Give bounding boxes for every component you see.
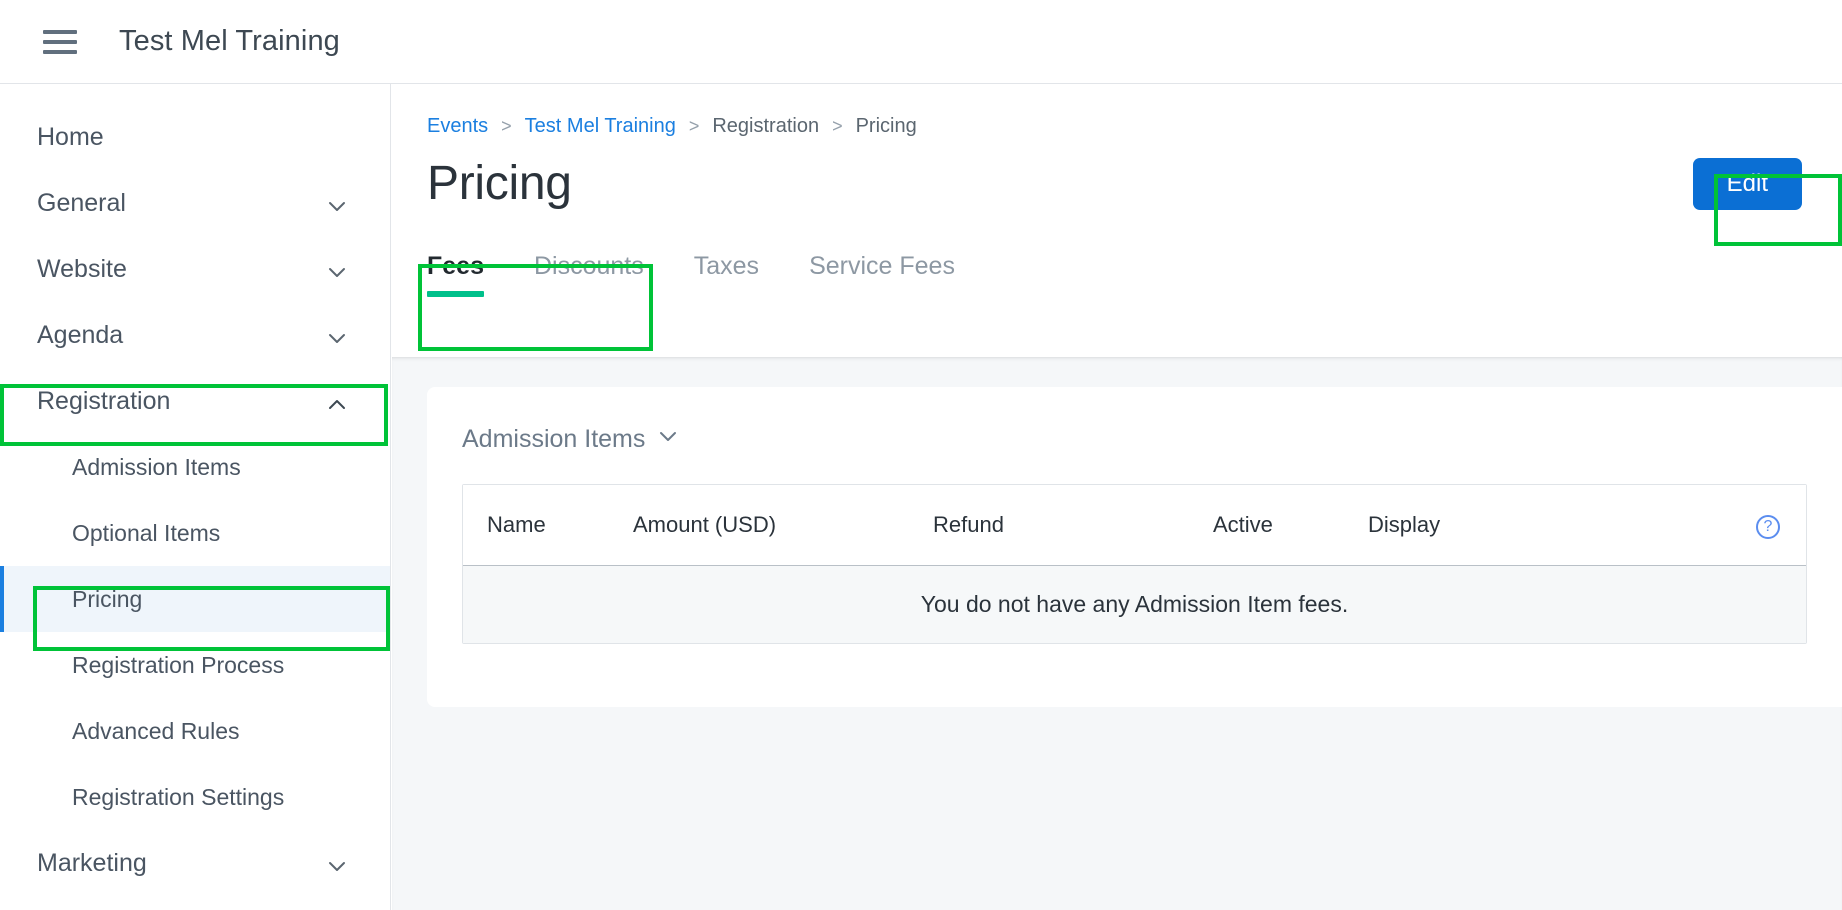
admission-items-label: Admission Items <box>462 425 646 453</box>
hamburger-line <box>43 29 77 34</box>
column-header-active: Active <box>1213 485 1368 566</box>
column-header-name: Name <box>463 485 633 566</box>
empty-state-message: You do not have any Admission Item fees. <box>463 565 1806 643</box>
tab-discounts[interactable]: Discounts <box>534 252 644 297</box>
tab-taxes[interactable]: Taxes <box>694 252 759 297</box>
chevron-down-icon <box>328 858 346 876</box>
breadcrumb-item-registration: Registration <box>712 115 820 137</box>
fees-table-head: Name Amount (USD) Refund Active Display … <box>463 485 1806 566</box>
top-bar: Test Mel Training <box>0 0 1842 84</box>
sidebar-item-registration-process[interactable]: Registration Process <box>0 632 390 698</box>
sidebar-item-home[interactable]: Home <box>0 104 390 170</box>
sidebar-item-optional-items[interactable]: Optional Items <box>0 500 390 566</box>
page-title: Pricing <box>427 157 572 210</box>
fees-table: Name Amount (USD) Refund Active Display … <box>463 485 1806 643</box>
breadcrumb-separator: > <box>501 116 512 136</box>
sidebar-item-agenda[interactable]: Agenda <box>0 302 390 368</box>
sidebar-item-website[interactable]: Website <box>0 236 390 302</box>
breadcrumb-item-events[interactable]: Events <box>427 115 488 138</box>
fees-card: Admission Items Name Amount (USD) Refund… <box>427 387 1842 707</box>
hamburger-line <box>43 49 77 54</box>
breadcrumb-separator: > <box>832 116 843 136</box>
chevron-up-icon <box>328 396 346 414</box>
edit-button[interactable]: Edit <box>1692 157 1802 210</box>
help-circle-icon[interactable]: ? <box>1756 515 1780 539</box>
pricing-tabs: Fees Discounts Taxes Service Fees <box>392 235 1842 297</box>
sidebar-nav: Home General Website Agenda Registration… <box>0 84 391 910</box>
column-header-amount: Amount (USD) <box>633 485 933 566</box>
page-header-row: Pricing Edit <box>392 156 1842 211</box>
column-header-display: Display <box>1368 485 1618 566</box>
breadcrumb: Events > Test Mel Training > Registratio… <box>392 84 1842 138</box>
chevron-down-icon <box>657 425 679 454</box>
sidebar-item-label: Home <box>37 122 104 151</box>
chevron-down-icon <box>328 264 346 282</box>
sidebar-item-general[interactable]: General <box>0 170 390 236</box>
sidebar-item-label: Admission Items <box>72 453 241 480</box>
column-header-refund: Refund <box>933 485 1213 566</box>
sidebar-item-label: Agenda <box>37 320 124 349</box>
fees-table-wrapper: Name Amount (USD) Refund Active Display … <box>462 484 1807 644</box>
sidebar-item-label: Registration <box>37 386 171 415</box>
sidebar-item-admission-items[interactable]: Admission Items <box>0 434 390 500</box>
sidebar-item-label: General <box>37 188 126 217</box>
table-row-empty: You do not have any Admission Item fees. <box>463 565 1806 643</box>
chevron-down-icon <box>328 198 346 216</box>
chevron-down-icon <box>328 330 346 348</box>
sidebar-item-registration[interactable]: Registration <box>0 368 390 434</box>
sidebar-item-label: Marketing <box>37 848 147 877</box>
table-header-row: Name Amount (USD) Refund Active Display … <box>463 485 1806 566</box>
content-area: Admission Items Name Amount (USD) Refund… <box>392 357 1842 910</box>
fees-table-body: You do not have any Admission Item fees. <box>463 565 1806 643</box>
tab-fees[interactable]: Fees <box>427 252 484 297</box>
tab-service-fees[interactable]: Service Fees <box>809 252 955 297</box>
sidebar-item-label: Registration Settings <box>72 783 285 810</box>
hamburger-line <box>43 39 77 44</box>
breadcrumb-separator: > <box>688 116 700 136</box>
sidebar-item-registration-settings[interactable]: Registration Settings <box>0 764 390 830</box>
sidebar-item-pricing[interactable]: Pricing <box>0 566 390 632</box>
admission-items-dropdown[interactable]: Admission Items <box>427 387 679 454</box>
main-content: Events > Test Mel Training > Registratio… <box>392 84 1842 910</box>
sidebar-item-label: Advanced Rules <box>72 717 240 744</box>
sidebar-item-advanced-rules[interactable]: Advanced Rules <box>0 698 390 764</box>
sidebar-item-marketing[interactable]: Marketing <box>0 830 390 896</box>
breadcrumb-item-pricing: Pricing <box>855 115 917 137</box>
sidebar-item-label: Optional Items <box>72 519 221 546</box>
breadcrumb-item-test-mel-training[interactable]: Test Mel Training <box>525 115 676 138</box>
sidebar-item-label: Website <box>37 254 127 283</box>
hamburger-menu-icon[interactable] <box>43 29 77 54</box>
sidebar-item-label: Pricing <box>72 585 143 612</box>
column-header-help: ? <box>1618 485 1806 566</box>
sidebar-item-label: Registration Process <box>72 651 285 678</box>
app-title: Test Mel Training <box>119 25 340 57</box>
